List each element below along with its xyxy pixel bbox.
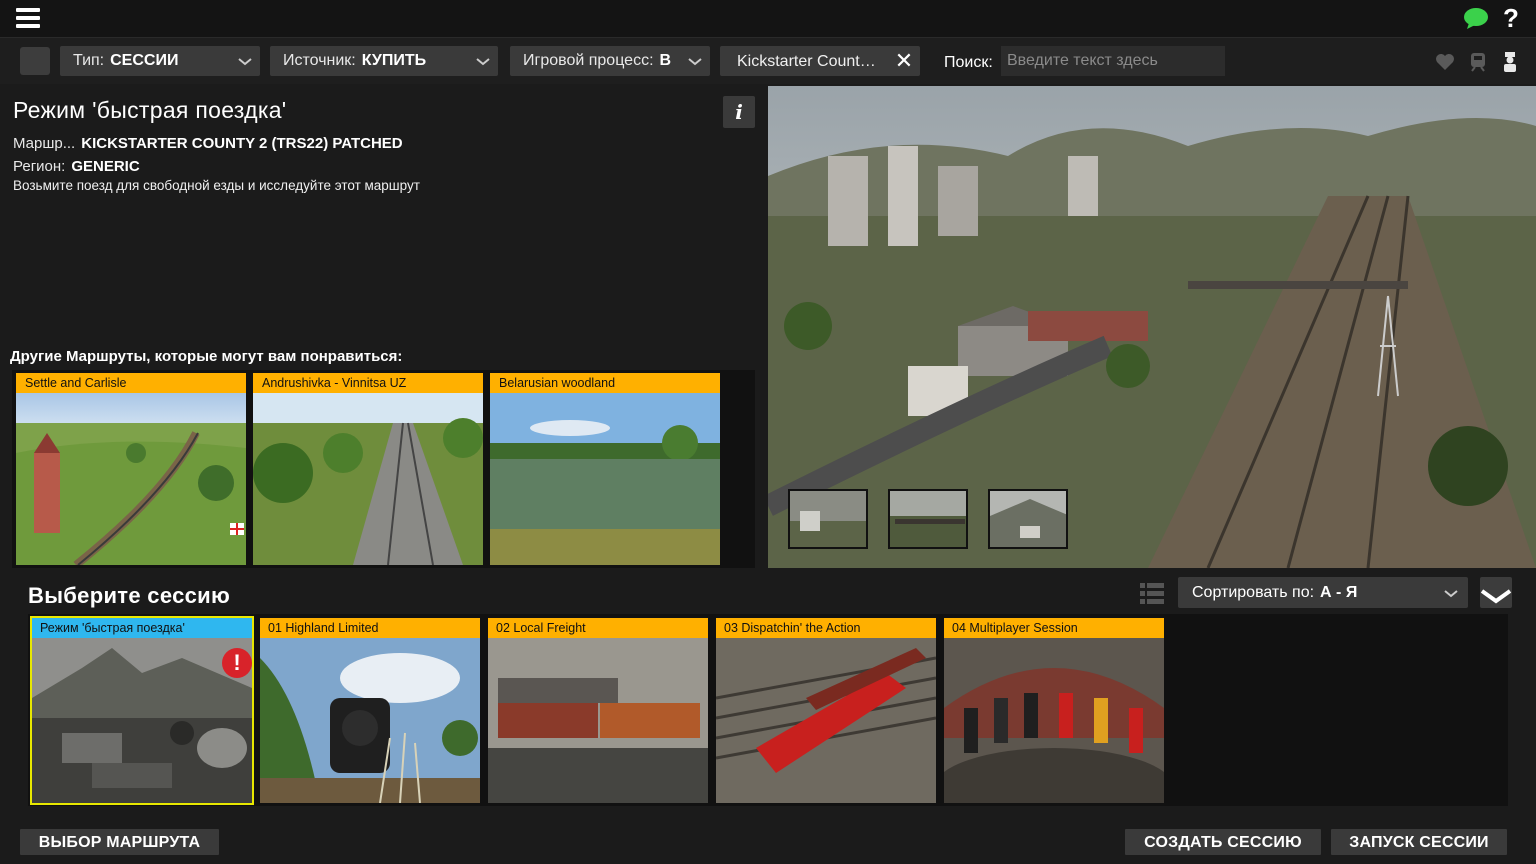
session-thumbnail: [32, 638, 252, 803]
session-card-label: 03 Dispatchin' the Action: [716, 618, 936, 638]
session-thumbnail: [716, 638, 936, 803]
gameplay-value: В: [659, 52, 672, 69]
session-card[interactable]: 03 Dispatchin' the Action: [716, 618, 936, 803]
sort-label: Сортировать по:: [1192, 584, 1315, 601]
hamburger-menu-icon[interactable]: [16, 8, 40, 30]
preview-thumbnail[interactable]: [988, 489, 1068, 549]
session-thumbnail: [488, 638, 708, 803]
info-icon[interactable]: i: [723, 96, 755, 128]
session-title: Режим 'быстрая поездка': [13, 97, 287, 123]
top-bar: ?: [0, 0, 1536, 38]
route-label: Маршр...: [13, 135, 76, 152]
collapse-icon: [1480, 589, 1512, 604]
session-card[interactable]: 04 Multiplayer Session: [944, 618, 1164, 803]
region-label: Регион:: [13, 158, 66, 175]
route-card-label: Settle and Carlisle: [16, 373, 246, 393]
chevron-down-icon: [238, 58, 252, 66]
session-card-label: 01 Highland Limited: [260, 618, 480, 638]
other-routes-title: Другие Маршруты, которые могут вам понра…: [10, 348, 403, 365]
preview-thumbnail-image: [990, 491, 1066, 547]
source-dropdown[interactable]: Источник: КУПИТЬ: [270, 46, 498, 76]
route-card[interactable]: Andrushivka - Vinnitsa UZ: [253, 373, 483, 565]
filter-toggle-button[interactable]: [20, 47, 50, 75]
source-label: Источник:: [283, 52, 356, 69]
sort-dropdown[interactable]: Сортировать по: А - Я: [1178, 577, 1468, 608]
train-filter-icon[interactable]: [1467, 51, 1489, 73]
sessions-title: Выберите сессию: [28, 583, 231, 608]
route-card-label: Andrushivka - Vinnitsa UZ: [253, 373, 483, 393]
favorite-filter-icon[interactable]: [1434, 51, 1456, 73]
type-dropdown[interactable]: Тип: СЕССИИ: [60, 46, 260, 76]
type-label: Тип:: [73, 52, 105, 69]
chevron-down-icon: [688, 58, 702, 66]
preview-scene: [768, 86, 1536, 568]
help-icon[interactable]: ?: [1500, 3, 1522, 33]
launch-session-button[interactable]: ЗАПУСК СЕССИИ: [1331, 829, 1507, 855]
session-description: Возьмите поезд для свободной езды и иссл…: [13, 178, 420, 193]
session-card-label: 02 Local Freight: [488, 618, 708, 638]
gameplay-label: Игровой процесс:: [523, 52, 654, 69]
route-filter-chip[interactable]: Kickstarter Count… ✕: [720, 46, 920, 76]
preview-thumbnail-image: [790, 491, 866, 547]
region-value: GENERIC: [71, 158, 140, 175]
route-filter-chip-label: Kickstarter Count…: [737, 53, 876, 70]
collapse-panel-button[interactable]: [1480, 577, 1512, 608]
search-label: Поиск:: [944, 54, 993, 71]
create-session-button[interactable]: СОЗДАТЬ СЕССИЮ: [1125, 829, 1321, 855]
type-value: СЕССИИ: [110, 52, 179, 69]
session-card-selected[interactable]: Режим 'быстрая поездка' !: [30, 616, 254, 805]
session-card-label: Режим 'быстрая поездка': [32, 618, 252, 638]
sessions-strip: Режим 'быстрая поездка' ! 01 Highland Li…: [28, 614, 1508, 806]
route-card[interactable]: Belarusian woodland: [490, 373, 720, 565]
route-value: KICKSTARTER COUNTY 2 (TRS22) PATCHED: [81, 135, 403, 152]
session-card[interactable]: 01 Highland Limited: [260, 618, 480, 803]
driver-filter-icon[interactable]: [1499, 51, 1521, 73]
route-card[interactable]: Settle and Carlisle: [16, 373, 246, 565]
session-thumbnail: [944, 638, 1164, 803]
session-detail-panel: Режим 'быстрая поездка' i Маршр... KICKST…: [0, 86, 766, 568]
other-routes-strip: Settle and Carlisle Andrushivka - Vinnit…: [12, 370, 755, 568]
route-preview-image: [768, 86, 1536, 568]
session-thumbnail: [260, 638, 480, 803]
session-card[interactable]: 02 Local Freight: [488, 618, 708, 803]
region-line: Регион: GENERIC: [13, 158, 140, 175]
preview-thumbnail[interactable]: [788, 489, 868, 549]
source-value: КУПИТЬ: [361, 52, 427, 69]
warning-icon: !: [222, 648, 252, 678]
list-view-icon[interactable]: [1140, 582, 1164, 606]
chat-icon[interactable]: [1463, 7, 1489, 29]
route-line: Маршр... KICKSTARTER COUNTY 2 (TRS22) PAT…: [13, 135, 403, 152]
preview-thumbnail[interactable]: [888, 489, 968, 549]
gameplay-dropdown[interactable]: Игровой процесс: В: [510, 46, 710, 76]
route-thumbnail: [16, 393, 246, 565]
chevron-down-icon: [476, 58, 490, 66]
session-card-label: 04 Multiplayer Session: [944, 618, 1164, 638]
choose-route-button[interactable]: ВЫБОР МАРШРУТА: [20, 829, 219, 855]
close-icon[interactable]: ✕: [894, 50, 914, 72]
route-thumbnail: [490, 393, 720, 565]
chevron-down-icon: [1444, 590, 1458, 598]
route-thumbnail: [253, 393, 483, 565]
filter-bar: Тип: СЕССИИ Источник: КУПИТЬ Игровой проце…: [0, 38, 1536, 84]
preview-thumbnail-image: [890, 491, 966, 547]
sort-value: А - Я: [1320, 584, 1358, 601]
route-card-label: Belarusian woodland: [490, 373, 720, 393]
search-input[interactable]: [1001, 46, 1225, 76]
